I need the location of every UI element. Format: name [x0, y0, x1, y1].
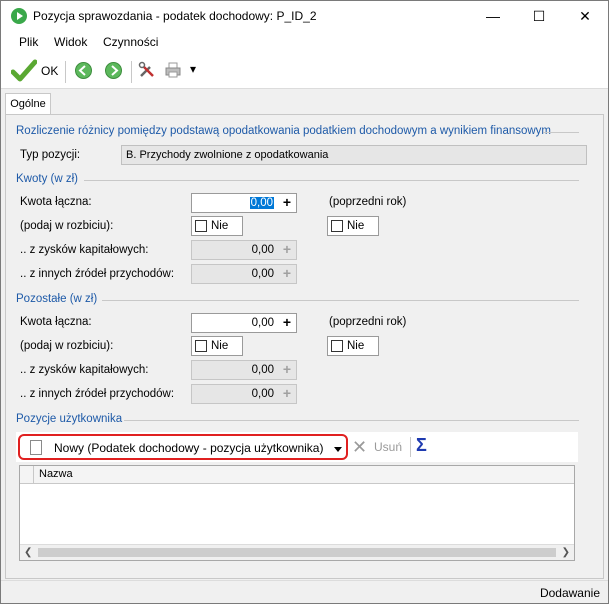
grid-header: Nazwa	[20, 466, 574, 484]
menu-czynnosci[interactable]: Czynności	[103, 35, 158, 49]
pozostale-total-input[interactable]: 0,00 +	[191, 313, 297, 333]
app-icon	[11, 8, 27, 24]
column-header-nazwa[interactable]: Nazwa	[39, 468, 73, 480]
pozostale-capital-label: .. z zysków kapitałowych:	[20, 364, 149, 376]
document-icon	[30, 440, 42, 455]
kwoty-capital-value: 0,00	[251, 244, 274, 256]
kwoty-breakdown-value: Nie	[211, 220, 229, 232]
kwoty-other-field: 0,00 +	[191, 264, 297, 284]
delete-button[interactable]: Usuń	[374, 440, 402, 454]
back-arrow-icon[interactable]	[75, 62, 92, 79]
plus-icon[interactable]: +	[278, 314, 296, 332]
kwoty-breakdown-label: (podaj w rozbiciu):	[20, 220, 114, 232]
section-divider	[543, 132, 579, 133]
type-label: Typ pozycji:	[20, 149, 81, 161]
toolbar-separator	[65, 61, 66, 83]
kwoty-prev-year-label: (poprzedni rok)	[329, 196, 407, 208]
print-icon[interactable]	[164, 61, 182, 79]
plus-icon: +	[282, 361, 292, 377]
menu-widok[interactable]: Widok	[54, 35, 87, 49]
plus-icon: +	[282, 241, 292, 257]
kwoty-prev-breakdown-value: Nie	[347, 220, 365, 232]
sum-icon[interactable]: Σ	[416, 435, 427, 456]
plus-icon: +	[282, 385, 292, 401]
tab-strip: Ogólne	[1, 89, 608, 115]
close-button[interactable]: ✕	[562, 1, 608, 31]
pozostale-total-label: Kwota łączna:	[20, 316, 92, 328]
print-dropdown-arrow-icon[interactable]: ▾	[190, 62, 196, 76]
checkbox-icon	[331, 220, 343, 232]
window-title: Pozycja sprawozdania - podatek dochodowy…	[33, 9, 317, 23]
status-bar: Dodawanie	[1, 580, 608, 603]
pozostale-other-value: 0,00	[251, 388, 274, 400]
kwoty-total-input[interactable]: 0,00 +	[191, 193, 297, 213]
user-items-grid[interactable]: Nazwa ❮ ❯	[19, 465, 575, 561]
minimize-button[interactable]: —	[470, 1, 516, 31]
kwoty-breakdown-checkbox[interactable]: Nie	[191, 216, 243, 236]
pozostale-breakdown-label: (podaj w rozbiciu):	[20, 340, 114, 352]
kwoty-total-label: Kwota łączna:	[20, 196, 92, 208]
plus-icon[interactable]: +	[278, 194, 296, 212]
toolbar: OK ▾	[1, 53, 608, 89]
scroll-thumb[interactable]	[38, 548, 556, 557]
menu-plik[interactable]: Plik	[19, 35, 38, 49]
new-item-button[interactable]: Nowy (Podatek dochodowy - pozycja użytko…	[18, 434, 348, 460]
kwoty-capital-field: 0,00 +	[191, 240, 297, 260]
scroll-right-icon[interactable]: ❯	[562, 547, 570, 558]
section-title-pozostale: Pozostałe (w zł)	[16, 293, 98, 305]
checkbox-icon	[195, 220, 207, 232]
scroll-left-icon[interactable]: ❮	[24, 547, 32, 558]
pozostale-prev-year-label: (poprzedni rok)	[329, 316, 407, 328]
kwoty-total-value: 0,00	[249, 197, 274, 209]
chevron-down-icon[interactable]	[334, 447, 342, 452]
pozostale-breakdown-value: Nie	[211, 340, 229, 352]
pozostale-capital-value: 0,00	[251, 364, 274, 376]
tab-content: Rozliczenie różnicy pomiędzy podstawą op…	[5, 114, 604, 579]
horizontal-scrollbar[interactable]: ❮ ❯	[20, 544, 574, 560]
pozostale-other-label: .. z innych źródeł przychodów:	[20, 388, 175, 400]
pozostale-breakdown-checkbox[interactable]: Nie	[191, 336, 243, 356]
pozostale-total-value: 0,00	[251, 317, 274, 329]
plus-icon: +	[282, 265, 292, 281]
tools-icon[interactable]	[138, 61, 156, 79]
maximize-button[interactable]: ☐	[516, 1, 562, 31]
checkbox-icon	[195, 340, 207, 352]
checkmark-icon	[11, 59, 37, 82]
section-title-user-items: Pozycje użytkownika	[16, 413, 123, 425]
window: Pozycja sprawozdania - podatek dochodowy…	[0, 0, 609, 604]
checkbox-icon	[331, 340, 343, 352]
section-title-rozliczenie: Rozliczenie różnicy pomiędzy podstawą op…	[16, 125, 552, 137]
pozostale-prev-breakdown-checkbox[interactable]: Nie	[327, 336, 379, 356]
user-items-toolbar: Nowy (Podatek dochodowy - pozycja użytko…	[16, 432, 578, 462]
pozostale-prev-breakdown-value: Nie	[347, 340, 365, 352]
section-title-kwoty: Kwoty (w zł)	[16, 173, 78, 185]
ok-label: OK	[41, 64, 59, 78]
menu-bar: Plik Widok Czynności	[1, 31, 608, 53]
forward-arrow-icon[interactable]	[105, 62, 122, 79]
section-divider	[84, 180, 579, 181]
status-text: Dodawanie	[539, 586, 600, 600]
section-divider	[102, 300, 579, 301]
new-item-label: Nowy (Podatek dochodowy - pozycja użytko…	[54, 441, 324, 455]
toolbar-separator	[131, 61, 132, 83]
pozostale-other-field: 0,00 +	[191, 384, 297, 404]
title-bar: Pozycja sprawozdania - podatek dochodowy…	[1, 1, 608, 31]
pozostale-capital-field: 0,00 +	[191, 360, 297, 380]
delete-icon: ✕	[352, 437, 368, 457]
grid-row-header	[20, 466, 34, 484]
tab-ogolne[interactable]: Ogólne	[5, 93, 51, 115]
kwoty-prev-breakdown-checkbox[interactable]: Nie	[327, 216, 379, 236]
kwoty-other-label: .. z innych źródeł przychodów:	[20, 268, 175, 280]
section-divider	[124, 420, 579, 421]
toolbar-separator	[410, 437, 411, 457]
type-field: B. Przychody zwolnione z opodatkowania	[121, 145, 587, 165]
kwoty-capital-label: .. z zysków kapitałowych:	[20, 244, 149, 256]
kwoty-other-value: 0,00	[251, 268, 274, 280]
